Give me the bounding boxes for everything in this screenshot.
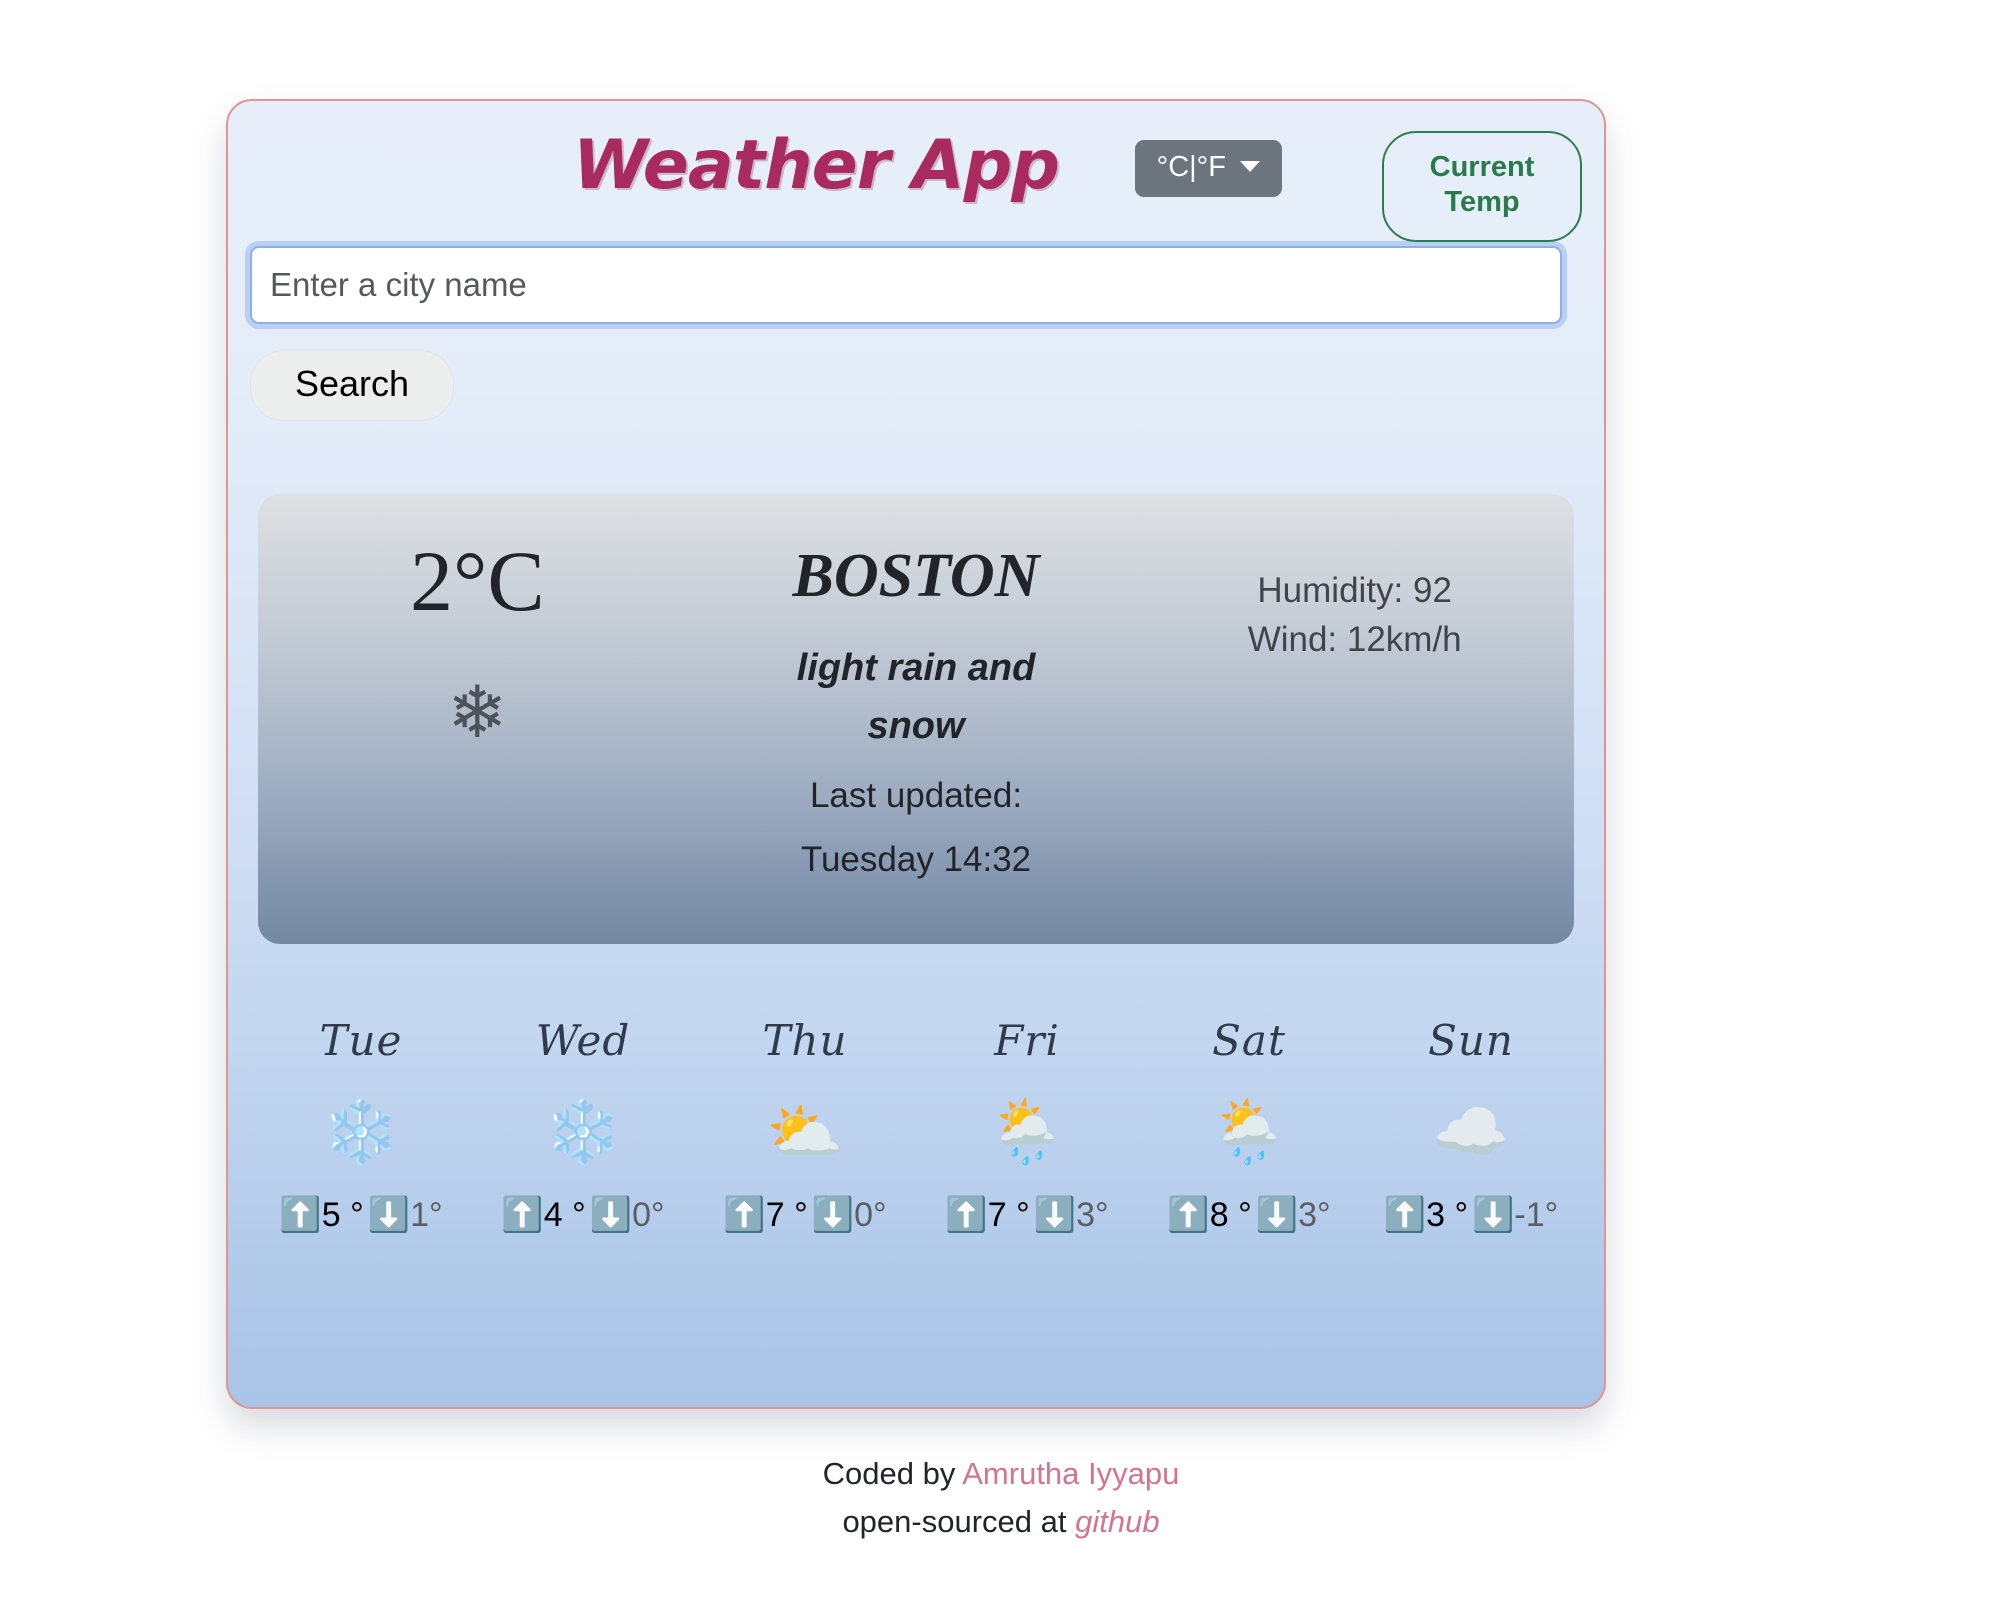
forecast-day: Thu ⛅ ⬆️ 7 ° ⬇️ 0°	[694, 1016, 916, 1233]
forecast-temperatures: ⬆️ 7 ° ⬇️ 0°	[723, 1198, 886, 1232]
forecast-temperatures: ⬆️ 5 ° ⬇️ 1°	[279, 1198, 442, 1232]
down-arrow-icon: ⬇️	[1033, 1196, 1077, 1235]
forecast-day-name: Fri	[994, 1016, 1060, 1066]
last-updated-label: Last updated:	[809, 776, 1023, 816]
forecast-day: Wed ❄️ ⬆️ 4 ° ⬇️ 0°	[472, 1016, 694, 1233]
forecast-min-temp: 3°	[1298, 1196, 1331, 1235]
forecast-temperatures: ⬆️ 4 ° ⬇️ 0°	[501, 1198, 664, 1232]
weather-condition: light rain and snow	[796, 646, 1036, 748]
city-name: BOSTON	[792, 542, 1040, 611]
current-city-column: BOSTON light rain and snow Last updated:…	[697, 494, 1136, 944]
forecast-row: Tue ❄️ ⬆️ 5 ° ⬇️ 1° Wed ❄️ ⬆️ 4 ° ⬇️ 0° Thu ⛅ ⬆️ 7 ° ⬇️ 0…	[250, 1016, 1582, 1233]
open-sourced-label: open-sourced at	[842, 1504, 1076, 1540]
sun-behind-cloud-icon: ⛅	[766, 1098, 844, 1168]
forecast-min-temp: 3°	[1076, 1196, 1109, 1235]
forecast-min-temp: 0°	[632, 1196, 665, 1235]
search-input[interactable]	[250, 246, 1562, 324]
app-header: Weather App °C|°F Current Temp	[228, 101, 1604, 246]
forecast-temperatures: ⬆️ 7 ° ⬇️ 3°	[945, 1198, 1108, 1232]
unit-toggle-button[interactable]: °C|°F	[1134, 140, 1282, 197]
forecast-min-temp: -1°	[1514, 1196, 1559, 1235]
up-arrow-icon: ⬆️	[501, 1196, 544, 1235]
forecast-day-name: Sun	[1428, 1016, 1514, 1066]
forecast-max-temp: 3 °	[1426, 1196, 1469, 1235]
search-button[interactable]: Search	[250, 350, 455, 422]
down-arrow-icon: ⬇️	[589, 1196, 633, 1235]
current-metrics-column: Humidity: 92 Wind: 12km/h	[1135, 494, 1574, 944]
up-arrow-icon: ⬆️	[723, 1196, 766, 1235]
forecast-min-temp: 1°	[410, 1196, 443, 1235]
up-arrow-icon: ⬆️	[1167, 1196, 1210, 1235]
footer-source-line: open-sourced at github	[0, 1498, 2002, 1546]
footer: Coded by Amrutha Iyyapu open-sourced at …	[0, 1450, 2002, 1546]
forecast-temperatures: ⬆️ 8 ° ⬇️ 3°	[1167, 1198, 1330, 1232]
current-temperature-column: 2°C ❄	[258, 494, 697, 944]
page-root: Weather App °C|°F Current Temp Search 2°…	[0, 0, 2002, 1620]
chevron-down-icon	[1240, 161, 1260, 172]
wind-value: Wind: 12km/h	[1247, 620, 1462, 660]
forecast-min-temp: 0°	[854, 1196, 887, 1235]
current-weather-card: 2°C ❄ BOSTON light rain and snow Last up…	[258, 494, 1574, 945]
humidity-value: Humidity: 92	[1257, 571, 1452, 611]
author-name: Amrutha Iyyapu	[962, 1456, 1180, 1491]
forecast-day: Sat 🌦️ ⬆️ 8 ° ⬇️ 3°	[1138, 1016, 1360, 1233]
snowflake-icon: ❄	[447, 672, 508, 753]
forecast-max-temp: 5 °	[321, 1196, 364, 1235]
snowflake-icon: ❄️	[322, 1098, 400, 1168]
forecast-day-name: Tue	[319, 1016, 403, 1066]
forecast-day: Sun ☁️ ⬆️ 3 ° ⬇️ -1°	[1360, 1016, 1582, 1233]
github-link[interactable]: github	[1075, 1504, 1159, 1539]
unit-toggle-label: °C|°F	[1156, 151, 1226, 183]
search-section: Search	[228, 246, 1604, 422]
forecast-day-name: Thu	[762, 1016, 848, 1066]
cloud-icon: ☁️	[1432, 1098, 1510, 1168]
footer-credit-line: Coded by Amrutha Iyyapu	[0, 1450, 2002, 1498]
up-arrow-icon: ⬆️	[1383, 1196, 1427, 1235]
forecast-max-temp: 8 °	[1209, 1196, 1252, 1235]
forecast-day-name: Sat	[1212, 1016, 1286, 1066]
current-temperature-value: 2°C	[409, 533, 545, 630]
last-updated-value: Tuesday 14:32	[800, 839, 1032, 879]
down-arrow-icon: ⬇️	[1472, 1196, 1515, 1235]
sun-behind-rain-cloud-icon: 🌦️	[988, 1098, 1066, 1168]
coded-by-label: Coded by	[822, 1456, 963, 1491]
forecast-max-temp: 7 °	[987, 1196, 1030, 1235]
weather-app-container: Weather App °C|°F Current Temp Search 2°…	[226, 99, 1606, 1409]
down-arrow-icon: ⬇️	[1255, 1196, 1299, 1235]
up-arrow-icon: ⬆️	[279, 1196, 322, 1235]
sun-behind-rain-cloud-icon: 🌦️	[1210, 1098, 1288, 1168]
down-arrow-icon: ⬇️	[811, 1196, 855, 1235]
forecast-temperatures: ⬆️ 3 ° ⬇️ -1°	[1384, 1198, 1558, 1232]
up-arrow-icon: ⬆️	[945, 1196, 988, 1235]
current-temp-button[interactable]: Current Temp	[1382, 131, 1582, 242]
forecast-max-temp: 4 °	[543, 1196, 586, 1235]
forecast-day-name: Wed	[535, 1016, 631, 1066]
forecast-day: Fri 🌦️ ⬆️ 7 ° ⬇️ 3°	[916, 1016, 1138, 1233]
forecast-max-temp: 7 °	[765, 1196, 808, 1235]
snowflake-icon: ❄️	[544, 1098, 622, 1168]
down-arrow-icon: ⬇️	[367, 1196, 411, 1235]
forecast-day: Tue ❄️ ⬆️ 5 ° ⬇️ 1°	[250, 1016, 472, 1233]
